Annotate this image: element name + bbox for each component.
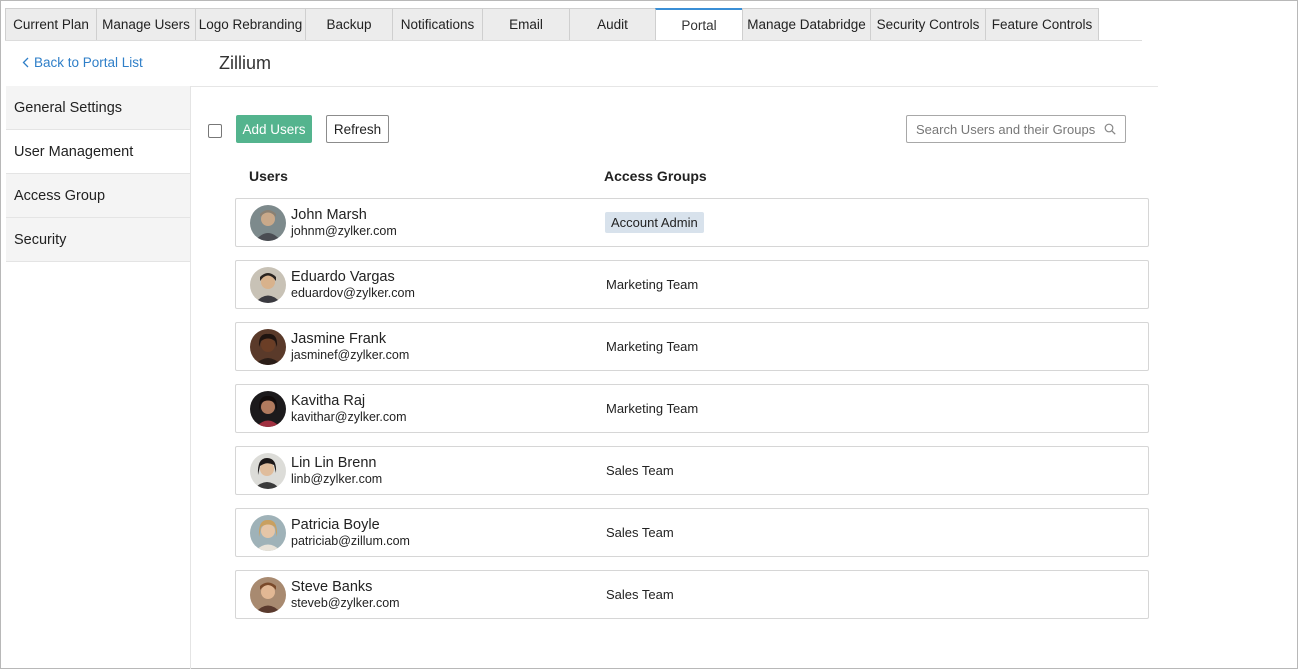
user-row[interactable]: Lin Lin Brenn linb@zylker.com Sales Team: [235, 446, 1149, 495]
tab-backup[interactable]: Backup: [305, 8, 392, 41]
tab-logo-rebranding[interactable]: Logo Rebranding: [195, 8, 305, 41]
users-column-header: Users: [249, 168, 288, 184]
user-email: jasminef@zylker.com: [291, 348, 410, 362]
back-link-label: Back to Portal List: [34, 55, 143, 70]
tab-security-controls[interactable]: Security Controls: [870, 8, 985, 41]
access-group-label: Sales Team: [606, 587, 674, 602]
tab-feature-controls[interactable]: Feature Controls: [985, 8, 1099, 41]
tab-manage-users[interactable]: Manage Users: [96, 8, 195, 41]
search-input[interactable]: [907, 116, 1097, 142]
user-row[interactable]: John Marsh johnm@zylker.com Account Admi…: [235, 198, 1149, 247]
top-tab-bar: Current Plan Manage Users Logo Rebrandin…: [5, 8, 1099, 41]
user-name: Lin Lin Brenn: [291, 455, 377, 471]
user-list: John Marsh johnm@zylker.com Account Admi…: [235, 198, 1149, 632]
access-group-label: Sales Team: [606, 463, 674, 478]
search-box: [906, 115, 1126, 143]
user-email: steveb@zylker.com: [291, 596, 400, 610]
user-name: Steve Banks: [291, 579, 373, 595]
header-divider: [190, 86, 1158, 87]
user-row[interactable]: Kavitha Raj kavithar@zylker.com Marketin…: [235, 384, 1149, 433]
access-group-label: Sales Team: [606, 525, 674, 540]
user-name: Kavitha Raj: [291, 393, 366, 409]
sidebar-item-security[interactable]: Security: [6, 218, 190, 262]
sidebar-item-access-group[interactable]: Access Group: [6, 174, 190, 218]
user-name: John Marsh: [291, 207, 367, 223]
user-email: linb@zylker.com: [291, 472, 383, 486]
tab-current-plan[interactable]: Current Plan: [5, 8, 96, 41]
tab-portal[interactable]: Portal: [655, 8, 742, 41]
access-groups-column-header: Access Groups: [604, 168, 707, 184]
sidebar-item-general-settings[interactable]: General Settings: [6, 86, 190, 130]
sidebar-item-user-management[interactable]: User Management: [6, 130, 190, 174]
portal-title: Zillium: [219, 53, 271, 73]
select-all-checkbox[interactable]: [208, 124, 222, 138]
back-to-portal-list-link[interactable]: Back to Portal List: [22, 55, 143, 70]
refresh-button[interactable]: Refresh: [326, 115, 389, 143]
tab-manage-databridge[interactable]: Manage Databridge: [742, 8, 870, 41]
avatar: [250, 267, 286, 303]
avatar: [250, 515, 286, 551]
user-name: Jasmine Frank: [291, 331, 387, 347]
settings-sidebar: General Settings User Management Access …: [6, 86, 190, 262]
avatar: [250, 329, 286, 365]
tab-audit[interactable]: Audit: [569, 8, 655, 41]
user-name: Patricia Boyle: [291, 517, 380, 533]
tab-notifications[interactable]: Notifications: [392, 8, 482, 41]
avatar: [250, 453, 286, 489]
tab-bar-divider: [5, 40, 1142, 41]
user-email: eduardov@zylker.com: [291, 286, 415, 300]
user-row[interactable]: Steve Banks steveb@zylker.com Sales Team: [235, 570, 1149, 619]
chevron-left-icon: [22, 57, 29, 68]
tab-email[interactable]: Email: [482, 8, 569, 41]
avatar: [250, 391, 286, 427]
sidebar-divider: [190, 86, 191, 669]
access-group-label: Marketing Team: [606, 339, 699, 354]
add-users-button[interactable]: Add Users: [236, 115, 312, 143]
access-group-label: Marketing Team: [606, 277, 699, 292]
avatar: [250, 577, 286, 613]
access-group-label: Marketing Team: [606, 401, 699, 416]
search-icon[interactable]: [1104, 123, 1116, 135]
user-row[interactable]: Jasmine Frank jasminef@zylker.com Market…: [235, 322, 1149, 371]
user-row[interactable]: Patricia Boyle patriciab@zillum.com Sale…: [235, 508, 1149, 557]
user-email: kavithar@zylker.com: [291, 410, 407, 424]
user-email: patriciab@zillum.com: [291, 534, 410, 548]
user-row[interactable]: Eduardo Vargas eduardov@zylker.com Marke…: [235, 260, 1149, 309]
user-name: Eduardo Vargas: [291, 269, 395, 285]
user-email: johnm@zylker.com: [291, 224, 397, 238]
avatar: [250, 205, 286, 241]
access-group-badge: Account Admin: [605, 212, 704, 233]
